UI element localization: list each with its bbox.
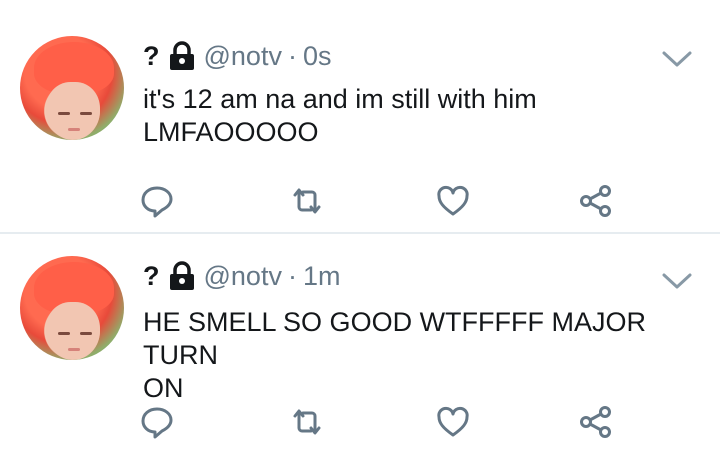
- avatar-face: [46, 82, 100, 140]
- username-handle[interactable]: @notv: [204, 261, 282, 292]
- display-name[interactable]: ?: [143, 41, 160, 72]
- username-handle[interactable]: @notv: [204, 41, 282, 72]
- retweet-icon[interactable]: [289, 404, 325, 440]
- avatar[interactable]: [20, 36, 124, 140]
- chevron-down-icon[interactable]: [660, 48, 694, 70]
- avatar-eye: [80, 112, 92, 115]
- heart-icon[interactable]: [435, 404, 471, 440]
- display-name[interactable]: ?: [143, 261, 160, 292]
- share-icon[interactable]: [578, 404, 614, 440]
- tweet-text: it's 12 am na and im still with him LMFA…: [143, 83, 703, 149]
- tweet-actions: [0, 404, 720, 440]
- timeline: ? @notv · 0s it's 12 am na and im still …: [0, 0, 720, 463]
- lock-icon: [168, 261, 196, 291]
- reply-icon[interactable]: [139, 404, 175, 440]
- chevron-down-icon[interactable]: [660, 270, 694, 292]
- tweet-text-line: LMFAOOOOO: [143, 117, 319, 147]
- tweet-text-line: HE SMELL SO GOOD WTFFFFF MAJOR TURN: [143, 307, 647, 370]
- avatar-mouth: [68, 348, 80, 351]
- tweet[interactable]: ? @notv · 1m HE SMELL SO GOOD WTFFFFF MA…: [0, 232, 720, 463]
- avatar-eye: [58, 332, 70, 335]
- tweet-actions: [0, 183, 720, 219]
- timestamp[interactable]: 0s: [303, 41, 332, 72]
- avatar[interactable]: [20, 256, 124, 360]
- tweet-header: ? @notv · 1m: [143, 260, 340, 292]
- tweet-header: ? @notv · 0s: [143, 40, 331, 72]
- tweet[interactable]: ? @notv · 0s it's 12 am na and im still …: [0, 0, 720, 232]
- separator-dot: ·: [287, 40, 297, 71]
- retweet-icon[interactable]: [289, 183, 325, 219]
- tweet-text-line: ON: [143, 373, 184, 403]
- avatar-mouth: [68, 128, 80, 131]
- tweet-text-line: it's 12 am na and im still with him: [143, 84, 537, 114]
- timestamp[interactable]: 1m: [303, 261, 341, 292]
- avatar-eye: [80, 332, 92, 335]
- heart-icon[interactable]: [435, 183, 471, 219]
- reply-icon[interactable]: [139, 183, 175, 219]
- tweet-text: HE SMELL SO GOOD WTFFFFF MAJOR TURN ON: [143, 306, 703, 405]
- separator-dot: ·: [287, 260, 297, 291]
- avatar-face: [46, 302, 100, 360]
- lock-icon: [168, 41, 196, 71]
- avatar-eye: [58, 112, 70, 115]
- share-icon[interactable]: [578, 183, 614, 219]
